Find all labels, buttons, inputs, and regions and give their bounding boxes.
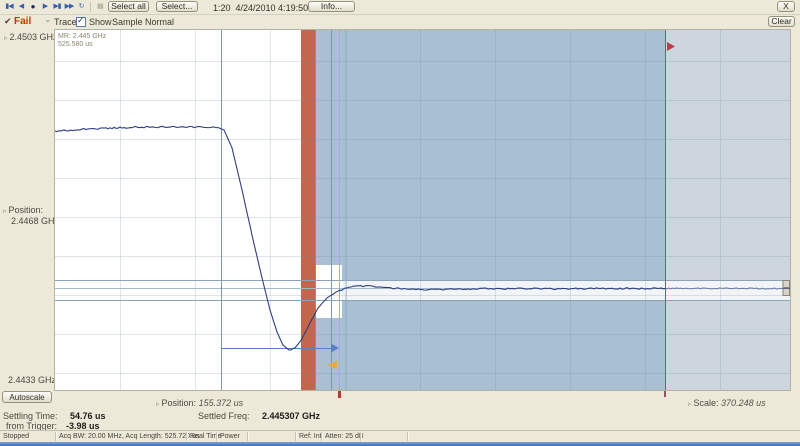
status-ref: Ref: Int: [299, 433, 322, 440]
y-position-label: Position:: [9, 205, 44, 215]
status-divider: [321, 432, 323, 441]
status-run-state: Stopped: [3, 433, 29, 440]
settled-freq-label: Settled Freq:: [198, 411, 250, 421]
status-divider: [216, 432, 218, 441]
vsa-settling-window: { "toolbar": { "playback_icons": [ {"nam…: [0, 0, 800, 446]
status-divider: [247, 432, 249, 441]
x-position-value: 155.372 us: [199, 398, 244, 408]
clear-button[interactable]: Clear: [768, 16, 795, 27]
result-status-badge: Fail: [14, 16, 31, 27]
show-checkbox[interactable]: ✓: [76, 17, 86, 27]
x-scale-label: Scale:: [694, 398, 719, 408]
record-icon[interactable]: ●: [27, 0, 39, 13]
pause-icon[interactable]: ▮▮: [94, 0, 106, 13]
band-handle-bottom[interactable]: [783, 289, 790, 296]
mask-fail-region: [315, 30, 665, 390]
autoscale-button[interactable]: Autoscale: [2, 391, 52, 403]
toolbar-separator: [90, 2, 91, 12]
marker-readout-time: 525.580 us: [58, 41, 106, 49]
axis-marker-icon: ▹: [3, 208, 7, 215]
show-checkbox-label[interactable]: Show: [89, 17, 112, 27]
trace-bar: ✔ Fail ⌄ Trace 1 ✓ Show Sample Normal Cl…: [0, 14, 800, 29]
fast-forward-icon[interactable]: ▶▶: [63, 0, 75, 13]
checkbox-check-icon: ✓: [77, 15, 85, 26]
select-button[interactable]: Select...: [156, 1, 198, 12]
status-power: Power: [220, 433, 240, 440]
x-position-label: Position:: [162, 398, 197, 408]
y-axis-top-value: 2.4503 GHz: [10, 32, 58, 42]
info-button[interactable]: Info...: [308, 1, 355, 12]
marker-readout-freq: MR: 2.445 GHz: [58, 33, 106, 41]
trace-plot[interactable]: MR: 2.445 GHz 525.580 us: [55, 30, 790, 390]
status-divider: [407, 432, 409, 441]
skip-start-icon[interactable]: ▮◀: [3, 0, 15, 13]
trace-plot-canvas: [55, 30, 790, 390]
y-axis-top-label[interactable]: ▹2.4503 GHz: [4, 32, 58, 42]
y-axis-bottom-value: 2.4433 GHz: [8, 375, 56, 385]
band-handle-top[interactable]: [783, 281, 790, 288]
close-button[interactable]: X: [777, 1, 795, 12]
toolbar: ▮◀◀●▶▶▮▶▶↻▮▮■ Select all Select... 1:20 …: [0, 0, 800, 15]
status-acq-info: Acq BW: 20.00 MHz, Acq Length: 525.720 u…: [59, 433, 199, 440]
skip-end-icon[interactable]: ▶▮: [51, 0, 63, 13]
window-bottom-edge: [0, 442, 800, 446]
settled-tolerance-band: [342, 280, 790, 300]
x-scale-value: 370.248 us: [721, 398, 766, 408]
status-divider: [295, 432, 297, 441]
step-back-icon[interactable]: ◀: [15, 0, 27, 13]
axis-marker-icon: ▹: [688, 401, 692, 408]
marker-readout: MR: 2.445 GHz 525.580 us: [58, 33, 106, 49]
result-marker-tick[interactable]: [664, 391, 666, 397]
y-axis-position-label[interactable]: ▹Position:: [3, 205, 43, 215]
x-axis-position[interactable]: ▹Position: 155.372 us: [156, 398, 243, 408]
settled-freq-value: 2.445307 GHz: [262, 411, 320, 421]
axis-marker-icon: ▹: [4, 35, 8, 42]
status-divider: [360, 432, 362, 441]
status-atten: Atten: 25 dB: [325, 433, 364, 440]
mask-fail-region-right: [665, 30, 790, 390]
play-icon[interactable]: ▶: [39, 0, 51, 13]
sample-mode-label: Sample Normal: [112, 17, 174, 27]
result-check-icon: ✔: [4, 16, 12, 27]
axis-marker-icon: ▹: [156, 401, 160, 408]
orange-marker-tick[interactable]: [338, 391, 341, 398]
status-divider: [55, 432, 57, 441]
x-axis-scale[interactable]: ▹Scale: 370.248 us: [688, 398, 766, 408]
y-axis-position-value[interactable]: 2.4468 GHz: [11, 216, 59, 226]
settling-time-value: 54.76 us: [70, 411, 106, 421]
loop-icon[interactable]: ↻: [75, 0, 87, 13]
select-all-button[interactable]: Select all: [108, 1, 149, 12]
acquisition-timestamp: 1:20 4/24/2010 4:19:50.41: [213, 3, 321, 13]
chevron-down-icon[interactable]: ⌄: [44, 14, 52, 25]
status-divider: [186, 432, 188, 441]
settling-time-label: Settling Time:: [3, 411, 58, 421]
